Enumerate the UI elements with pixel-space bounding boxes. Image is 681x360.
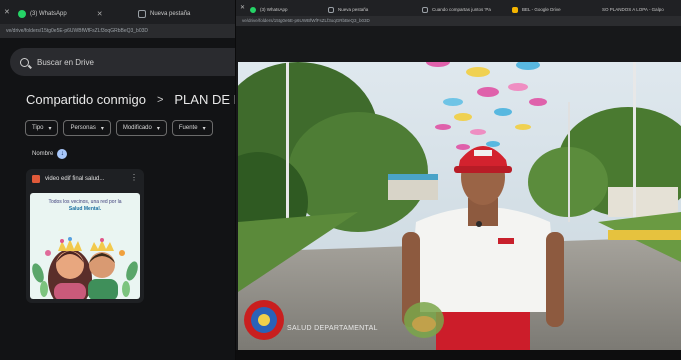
video-player[interactable]: SALUD DEPARTAMENTAL <box>238 62 681 350</box>
filter-people[interactable]: Personas ▾ <box>63 120 111 136</box>
video-frame <box>238 62 681 350</box>
tab-close-icon[interactable]: ✕ <box>240 4 245 11</box>
video-file-icon <box>32 175 40 183</box>
tab-new-tab[interactable]: Nueva pestaña <box>328 3 368 16</box>
page-icon <box>138 9 146 18</box>
video-window: ✕ (3) WhatsApp Nueva pestaña Cuando comp… <box>236 0 681 360</box>
video-caption: SALUD DEPARTAMENTAL <box>287 325 378 332</box>
chip-label: Tipo <box>32 125 44 131</box>
page-icon <box>328 6 334 13</box>
whatsapp-icon <box>18 9 26 18</box>
file-card[interactable]: video edif final salud... ⋮ Todos los ve… <box>26 169 144 303</box>
search-placeholder: Buscar en Drive <box>37 57 94 67</box>
address-bar[interactable]: ve/drive/folders/15tg0e5E-p6UWBfWfFsZLf3… <box>236 16 681 26</box>
file-name: video edif final salud... <box>45 176 105 182</box>
tab-label: Nueva pestaña <box>338 7 369 12</box>
chevron-down-icon: ▾ <box>48 125 52 132</box>
tab-label: Nueva pestaña <box>150 10 191 17</box>
tab-label: BEL - Google Drive <box>522 7 561 12</box>
chip-label: Personas <box>70 125 96 131</box>
close-icon[interactable]: ✕ <box>97 10 103 18</box>
filter-chips: Tipo ▾ Personas ▾ Modificado ▾ Fuente ▾ <box>25 120 213 136</box>
search-input[interactable]: Buscar en Drive <box>10 48 235 76</box>
chevron-down-icon: ▾ <box>202 125 206 132</box>
drive-icon <box>512 6 518 13</box>
tab-whatsapp[interactable]: (3) WhatsApp ✕ <box>18 3 103 24</box>
file-thumbnail: Todos los vecinos, una red por la Salud … <box>30 193 140 299</box>
breadcrumb-separator: > <box>156 93 164 106</box>
tab-label: Cuando compartas juntos 'Pa <box>432 7 491 12</box>
tab-label: SO PLANDOS A LOPA - Galpo <box>602 7 664 12</box>
tab-strip: ✕ (3) WhatsApp Nueva pestaña Cuando comp… <box>236 0 681 16</box>
tab-google-drive[interactable]: BEL - Google Drive <box>512 3 561 16</box>
search-icon <box>20 57 29 67</box>
address-bar[interactable]: ve/drive/folders/15tg0e5E-p6UWBfWfFsZLf3… <box>0 24 235 38</box>
chevron-down-icon: ▾ <box>156 125 160 132</box>
sort-label: Nombre <box>32 151 54 157</box>
tab-new-tab[interactable]: Nueva pestaña <box>138 3 190 24</box>
chip-label: Fuente <box>178 125 198 131</box>
filter-modified[interactable]: Modificado ▾ <box>115 120 167 136</box>
chevron-down-icon: ▾ <box>100 125 104 132</box>
tab-close-icon[interactable]: ✕ <box>4 8 10 16</box>
drive-window: ✕ (3) WhatsApp ✕ Nueva pestaña ve/drive/… <box>0 0 235 360</box>
sort-control[interactable]: Nombre ↓ <box>32 149 68 159</box>
breadcrumb-current[interactable]: PLAN DE MEDI <box>174 92 235 107</box>
tab-label: (3) WhatsApp <box>260 7 288 12</box>
filter-type[interactable]: Tipo ▾ <box>25 120 59 136</box>
more-options-icon[interactable]: ⋮ <box>130 173 138 182</box>
player-bottom-bar <box>236 350 681 360</box>
filter-source[interactable]: Fuente ▾ <box>171 120 213 136</box>
breadcrumb-root[interactable]: Compartido conmigo <box>26 92 146 107</box>
tab-strip: ✕ (3) WhatsApp ✕ Nueva pestaña <box>0 0 235 24</box>
tab-label: (3) WhatsApp <box>30 10 67 17</box>
breadcrumb: Compartido conmigo > PLAN DE MEDI <box>26 92 235 107</box>
tab-whatsapp[interactable]: (3) WhatsApp <box>250 3 288 16</box>
thumbnail-illustration <box>32 237 138 299</box>
tab-shared[interactable]: Cuando compartas juntos 'Pa <box>422 3 491 16</box>
chip-label: Modificado <box>122 125 152 131</box>
page-icon <box>422 6 428 13</box>
file-card-header: video edif final salud... <box>32 175 104 183</box>
whatsapp-icon <box>250 6 256 13</box>
tab-active[interactable]: SO PLANDOS A LOPA - Galpo <box>602 3 664 16</box>
arrow-down-icon[interactable]: ↓ <box>57 149 68 159</box>
